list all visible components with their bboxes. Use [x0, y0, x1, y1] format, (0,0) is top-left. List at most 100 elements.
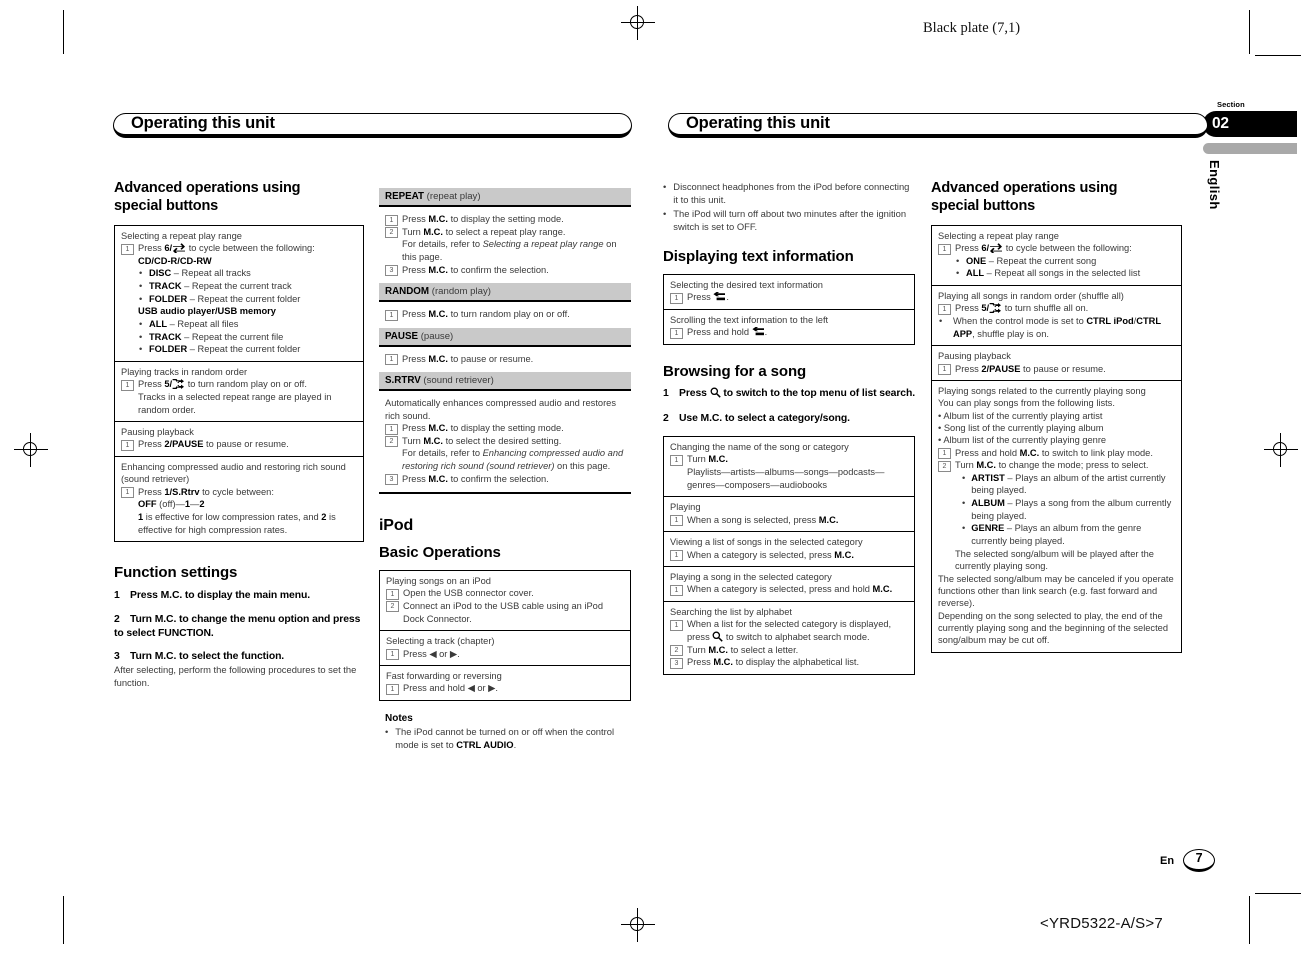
step-text: When a song is selected, press M.C. [687, 514, 839, 525]
note-text: The iPod will turn off about two minutes… [673, 207, 907, 232]
step-text: Press M.C. to display the alphabetical l… [687, 657, 860, 668]
step-text: Press and hold M.C. to switch to link pl… [955, 447, 1153, 458]
list-item: • When the control mode is set to CTRL iP… [938, 315, 1175, 340]
step-text: Press M.C. to display the main menu. [130, 590, 311, 602]
step-chip: 1 [670, 584, 683, 596]
shuffle-icon [172, 379, 185, 390]
step-text: Turn M.C. to select a repeat play range. [402, 226, 566, 237]
list-item: 1 Turn M.C. [670, 453, 908, 466]
section-number: 02 [1212, 115, 1229, 132]
step-chip: 1 [386, 683, 399, 695]
basic-operations-box: Playing songs on an iPod 1 Open the USB c… [379, 570, 631, 702]
box-title: Scrolling the text information to the le… [670, 314, 829, 325]
step-text: Use M.C. to select a category/song. [679, 413, 850, 425]
step-chip: 2 [385, 227, 398, 239]
bullet-dot: • [956, 255, 960, 266]
step-text: Press M.C. to display the setting mode. [402, 423, 564, 434]
table-row: Playing a song in the selected category … [664, 567, 914, 603]
box-title: Enhancing compressed audio and restoring… [121, 462, 346, 485]
table-row: Selecting a repeat play range 1 Press 6/… [115, 226, 363, 362]
box-intro: You can play songs from the following li… [938, 398, 1115, 409]
list-item: • Disconnect headphones from the iPod bef… [663, 181, 915, 207]
setting-values: OFF (off)—1—2 [138, 499, 205, 510]
running-head-right-text: Operating this unit [686, 114, 830, 133]
list-item: 3 Press M.C. to display the alphabetical … [670, 656, 908, 669]
section-grey-bar [1203, 143, 1297, 154]
crop-mark-bottom-left [63, 896, 64, 944]
function-step-2: 2 Turn M.C. to change the menu option and… [114, 613, 364, 640]
step-chip: 1 [386, 588, 399, 600]
page-number: 7 [1195, 851, 1203, 865]
box-title: Viewing a list of songs in the selected … [670, 537, 863, 548]
strip-sound-retriever: S.RTRV (sound retriever) Automatically e… [379, 372, 631, 495]
list-item: • ALBUM – Plays a song from the album cur… [962, 498, 1172, 521]
step-text: Turn M.C. to select the function. [130, 651, 285, 663]
step-chip: 1 [121, 487, 134, 499]
step-number: 2 [114, 613, 120, 625]
box-title: Playing [670, 502, 701, 513]
browsing-box: Changing the name of the song or categor… [663, 436, 915, 675]
col4-heading: Advanced operations using special button… [931, 180, 1118, 214]
table-row: Playing tracks in random order 1 Press 5… [115, 362, 363, 423]
list-item: • The iPod will turn off about two minute… [663, 208, 915, 234]
step-chip: 1 [121, 243, 134, 255]
table-row: Selecting a track (chapter) 1 Press ◀ or … [380, 631, 630, 667]
return-icon [713, 292, 726, 302]
step-text: Turn M.C. to select a letter. [687, 644, 799, 655]
list-item: 2 Turn M.C. to select a repeat play range… [385, 226, 625, 239]
list-item: 1 Press and hold M.C. to switch to link p… [938, 447, 1175, 460]
section-tab-label: Section [1217, 100, 1245, 109]
group-label: CD/CD-R/CD-RW [138, 255, 212, 266]
list-item: 2 Connect an iPod to the USB cable using … [386, 600, 624, 625]
table-row: Playing all songs in random order (shuff… [932, 286, 1181, 347]
list-item: 3 Press M.C. to confirm the selection. [385, 264, 625, 277]
step-text: When a category is selected, press M.C. [687, 549, 854, 560]
browsing-step-1: 1 Press to switch to the top menu of list… [663, 387, 915, 401]
browsing-heading: Browsing for a song [663, 362, 807, 380]
box-title: Playing a song in the selected category [670, 572, 832, 583]
list-item: 1 Press M.C. to pause or resume. [385, 353, 625, 366]
step-text: Press ◀ or ▶. [403, 648, 460, 659]
list-item: 1 Press 6/ to cycle between the followin… [121, 242, 357, 255]
step-chip: 1 [385, 423, 398, 435]
list-item: • ALL – Repeat all files [139, 319, 239, 330]
step-number: 3 [114, 651, 120, 663]
step-note: Tracks in a selected repeat range are pl… [138, 391, 332, 415]
bullet-dot: • [139, 319, 143, 330]
step-text: When a list for the selected category is… [687, 619, 892, 642]
return-icon [752, 327, 765, 337]
box-title: Fast forwarding or reversing [386, 671, 502, 682]
step-text: Press to switch to the top menu of list … [679, 387, 916, 399]
group-label: USB audio player/USB memory [138, 306, 276, 317]
box-title: Pausing playback [938, 351, 1011, 362]
step-text: Press 2/PAUSE to pause or resume. [955, 363, 1106, 374]
step-chip: 3 [385, 474, 398, 486]
strip-header: S.RTRV (sound retriever) [379, 372, 631, 392]
running-head-left: Operating this unit [113, 113, 632, 138]
strip-pause: PAUSE (pause) 1 Press M.C. to pause or re… [379, 327, 631, 373]
note-text: When the control mode is set to CTRL iPo… [953, 316, 1161, 339]
step-text: Press 6/ to cycle between the following: [955, 243, 1132, 254]
strip-header: PAUSE (pause) [379, 327, 631, 347]
step-text: When a category is selected, press and h… [687, 584, 893, 595]
table-row: Changing the name of the song or categor… [664, 437, 914, 498]
step-text: Press and hold . [687, 327, 768, 338]
box-title: Selecting a track (chapter) [386, 636, 495, 647]
note-text: Disconnect headphones from the iPod befo… [673, 181, 910, 205]
list-item: • ARTIST – Plays an album of the artist c… [962, 472, 1166, 496]
table-row: Playing 1 When a song is selected, press … [664, 497, 914, 533]
list-item: • TRACK – Repeat the current track [139, 281, 292, 292]
box-title: Selecting the desired text information [670, 279, 823, 290]
table-row: Selecting a repeat play range 1 Press 6/ … [932, 226, 1181, 287]
list-item: 1 When a song is selected, press M.C. [670, 514, 908, 527]
list-item: • Album list of the currently playing ar… [938, 410, 1103, 421]
repeat-icon [989, 243, 1003, 254]
table-row: Selecting the desired text information 1… [664, 275, 914, 310]
function-after-note: After selecting, perform the following p… [114, 664, 357, 689]
step-text: Press M.C. to display the setting mode. [402, 214, 564, 224]
registration-mark-top [621, 6, 655, 40]
step-chip: 2 [670, 645, 683, 657]
section-number-pill: 02 [1203, 111, 1297, 137]
step-chip: 1 [938, 243, 951, 255]
list-item: 1 Press . [670, 291, 908, 304]
